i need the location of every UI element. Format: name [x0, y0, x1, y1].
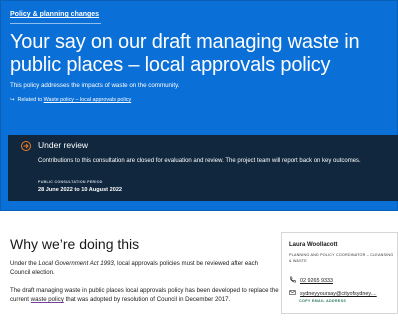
status-title: Under review — [38, 140, 89, 150]
return-arrow-icon: ↪ — [10, 97, 15, 103]
consultation-period-value: 28 June 2022 to 10 August 2022 — [38, 187, 123, 193]
waste-policy-link[interactable]: waste policy — [31, 296, 64, 303]
copy-email-button[interactable]: COPY EMAIL ADDRESS — [299, 299, 346, 303]
phone-icon — [289, 276, 296, 283]
related-prefix: Related to — [17, 97, 43, 103]
mail-icon — [289, 290, 296, 295]
act-name: Local Government Act 1993 — [38, 260, 114, 267]
page-intro: This policy addresses the impacts of was… — [10, 82, 180, 89]
status-description: Contributions to this consultation are c… — [38, 158, 361, 164]
contact-email-link[interactable]: sydneyyoursay@cityofsydney.... — [300, 291, 377, 297]
breadcrumb-divider — [10, 23, 101, 24]
paragraph-replacement: The draft managing waste in public place… — [10, 287, 279, 303]
breadcrumb-link[interactable]: Policy & planning changes — [10, 11, 99, 18]
contact-email: sydneyyoursay@cityofsydney.... — [289, 289, 377, 297]
paragraph-election: Under the Local Government Act 1993, loc… — [10, 260, 259, 276]
arrow-circle-icon — [21, 141, 31, 151]
related-policy-link[interactable]: Waste policy – local approvals policy — [44, 97, 132, 103]
related-policy: ↪ Related to Waste policy – local approva… — [10, 97, 131, 103]
section-heading: Why we’re doing this — [10, 236, 140, 252]
contact-role: PLANNING AND POLICY COORDINATOR – CLEANS… — [289, 253, 394, 263]
contact-card: Laura Woollacott PLANNING AND POLICY COO… — [281, 232, 398, 314]
contact-phone-link[interactable]: 02 9265 9333 — [300, 278, 333, 284]
page-title: Your say on our draft managing waste in … — [10, 31, 360, 76]
consultation-period-label: PUBLIC CONSULTATION PERIOD — [38, 180, 103, 184]
contact-name: Laura Woollacott — [289, 242, 338, 248]
contact-phone: 02 9265 9333 — [289, 276, 333, 284]
status-panel: Under review Contributions to this consu… — [8, 135, 398, 201]
